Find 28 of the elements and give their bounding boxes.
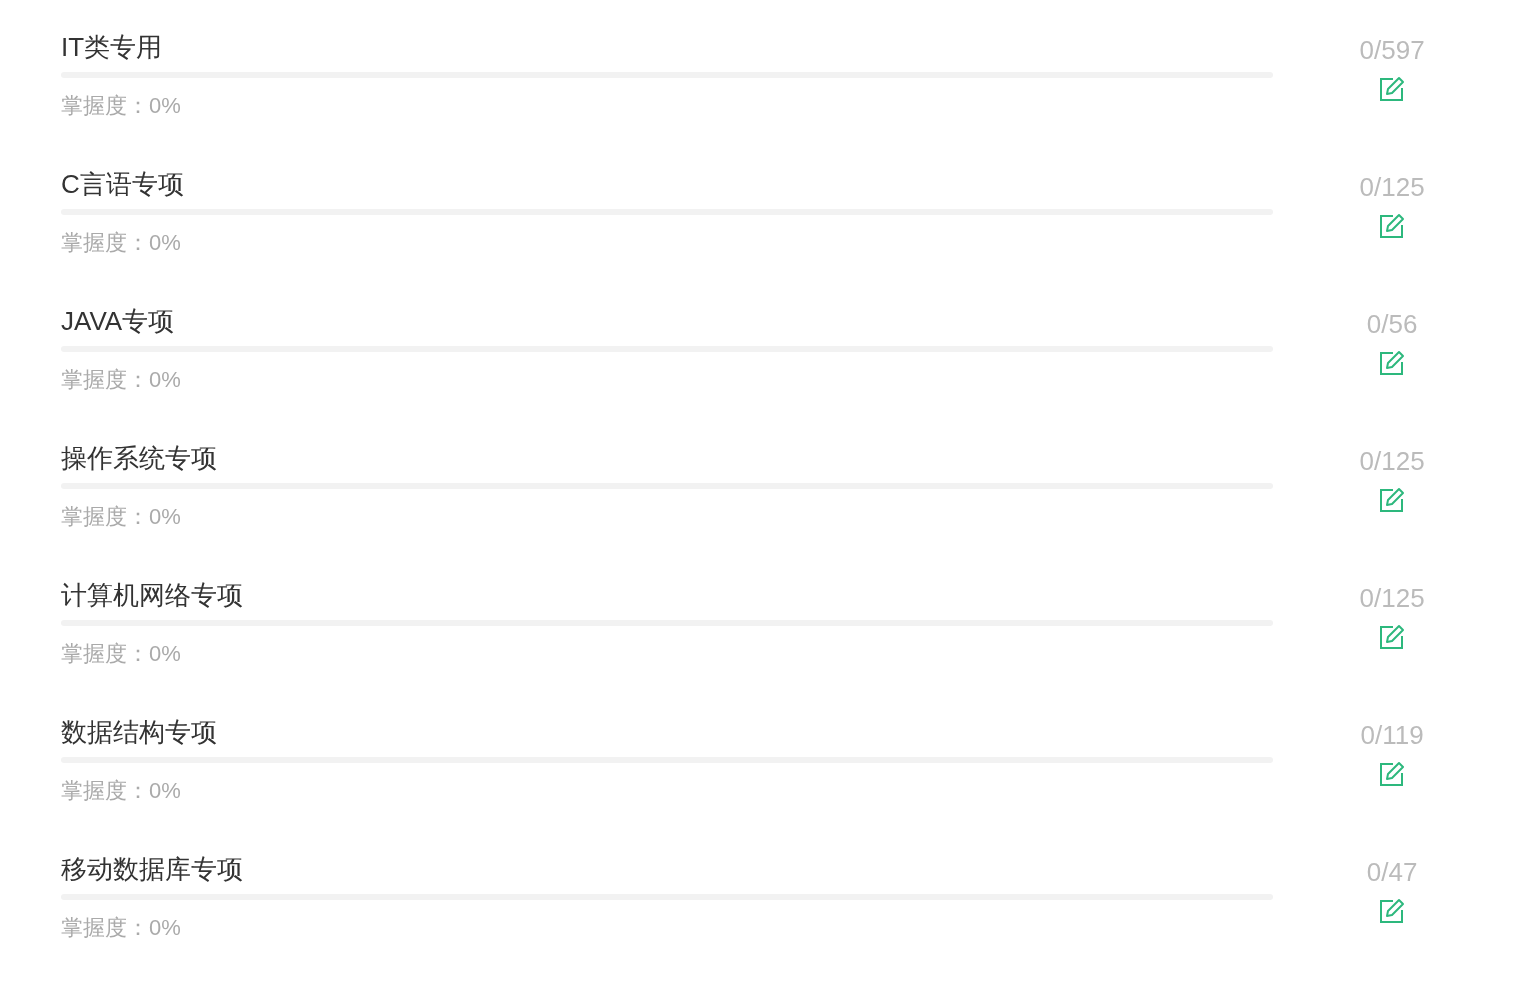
mastery-text: 掌握度：0% (61, 640, 181, 668)
edit-icon[interactable] (1379, 624, 1406, 650)
topic-title[interactable]: IT类专用 (61, 30, 163, 64)
mastery-text: 掌握度：0% (61, 92, 181, 120)
topic-title[interactable]: 数据结构专项 (61, 715, 217, 749)
mastery-text: 掌握度：0% (61, 914, 181, 942)
question-count: 0/125 (1359, 445, 1425, 477)
edit-icon[interactable] (1379, 76, 1406, 102)
mastery-text: 掌握度：0% (61, 777, 181, 805)
edit-icon[interactable] (1379, 761, 1406, 787)
mastery-text: 掌握度：0% (61, 503, 181, 531)
topic-title[interactable]: 移动数据库专项 (61, 852, 243, 886)
question-count: 0/597 (1359, 34, 1425, 66)
edit-icon[interactable] (1379, 213, 1406, 239)
question-count: 0/119 (1360, 719, 1424, 751)
topic-title[interactable]: 计算机网络专项 (61, 578, 243, 612)
question-count: 0/47 (1366, 856, 1418, 888)
edit-icon[interactable] (1379, 898, 1406, 924)
edit-icon[interactable] (1379, 350, 1406, 376)
topic-title[interactable]: C言语专项 (61, 167, 184, 201)
topic-title[interactable]: JAVA专项 (61, 304, 175, 338)
mastery-text: 掌握度：0% (61, 229, 181, 257)
question-count: 0/56 (1366, 308, 1418, 340)
question-count: 0/125 (1359, 582, 1425, 614)
edit-icon[interactable] (1379, 487, 1406, 513)
mastery-text: 掌握度：0% (61, 366, 181, 394)
topic-title[interactable]: 操作系统专项 (61, 441, 217, 475)
question-count: 0/125 (1359, 171, 1425, 203)
